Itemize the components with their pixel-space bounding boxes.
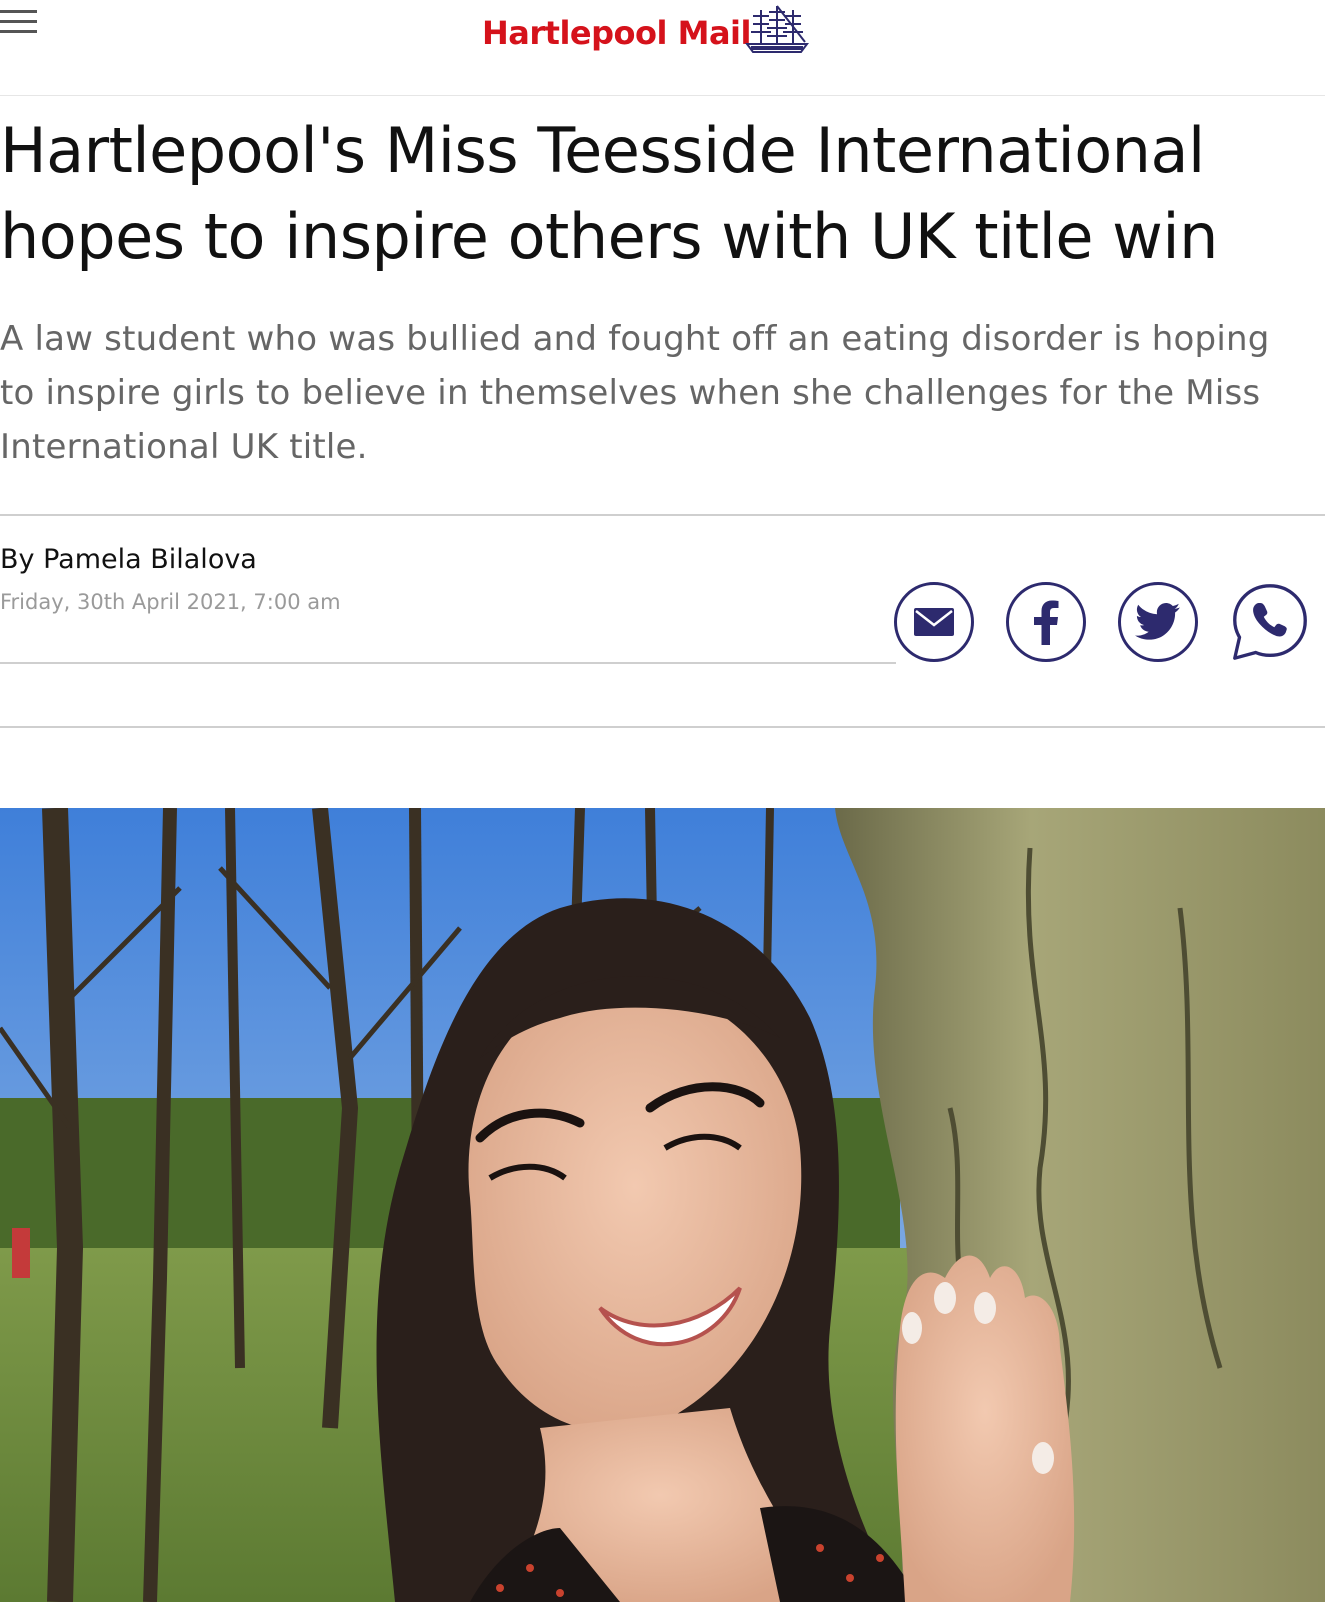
author-byline[interactable]: By Pamela Bilalova [0,544,257,575]
divider [0,726,1325,728]
site-logo[interactable]: Hartlepool Mail [482,5,809,58]
email-icon [914,608,954,636]
sailing-ship-icon [744,5,809,53]
article-standfirst: A law student who was bullied and fought… [0,319,1270,467]
share-email-button[interactable] [894,582,974,662]
hero-photo [0,808,1325,1602]
share-facebook-button[interactable] [1006,582,1086,662]
hamburger-menu-icon [0,10,37,13]
logo-text: Hartlepool Mail [482,14,751,52]
menu-button[interactable] [0,10,40,40]
article-hero-image [0,808,1325,1602]
divider [0,662,896,664]
share-twitter-button[interactable] [1118,582,1198,662]
divider [0,514,1325,516]
article-headline: Hartlepool's Miss Teesside International… [0,114,1218,273]
whatsapp-icon [1233,584,1307,660]
twitter-icon [1135,603,1181,640]
site-header: Hartlepool Mail [0,0,1325,96]
publish-date: Friday, 30th April 2021, 7:00 am [0,590,341,614]
facebook-icon [1034,600,1059,645]
share-whatsapp-button[interactable] [1230,582,1310,662]
